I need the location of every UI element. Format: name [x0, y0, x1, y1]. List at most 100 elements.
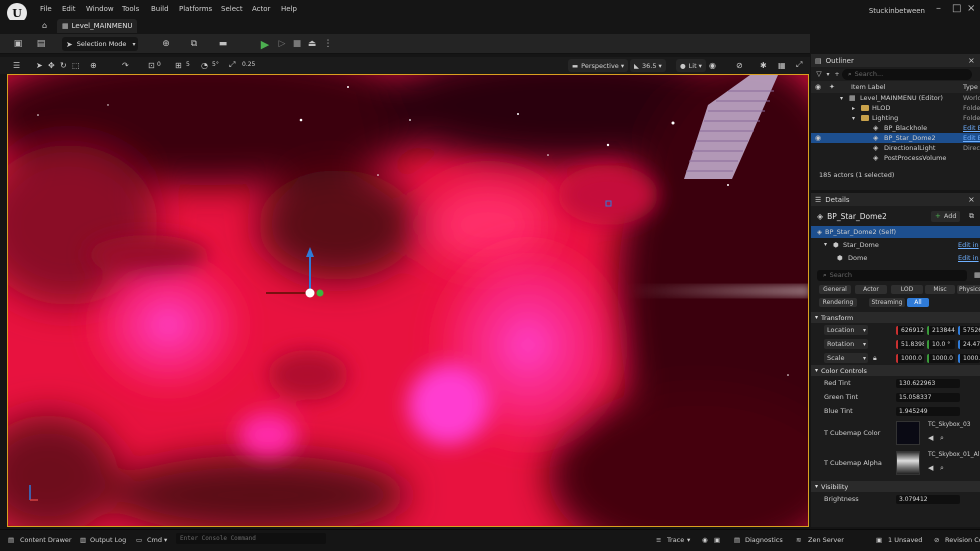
filter-tab-rendering[interactable]: Rendering	[819, 298, 857, 307]
component-row[interactable]: ▾ ⬢ Star_Dome Edit in	[811, 238, 980, 251]
menu-build[interactable]: Build	[151, 5, 169, 13]
translate-snap-value[interactable]: 0	[157, 61, 161, 68]
outliner-row-type[interactable]: Edit B	[963, 134, 980, 142]
visibility-icon[interactable]: ◉	[815, 134, 821, 142]
perspective-dropdown[interactable]: ▬ Perspective ▾	[568, 59, 629, 72]
filter-tab-all[interactable]: All	[907, 298, 929, 307]
close-icon[interactable]: ×	[968, 56, 975, 65]
scale-tool-icon[interactable]: ⬚	[72, 59, 80, 71]
chevron-down-icon[interactable]: ▾	[852, 115, 855, 122]
location-z-input[interactable]: 575260	[958, 325, 980, 335]
find-in-browser-icon[interactable]: ⌕	[940, 434, 944, 443]
filter-icon[interactable]: ▽	[814, 70, 824, 78]
cubemap-color-thumbnail[interactable]	[896, 421, 920, 445]
rotate-tool-icon[interactable]: ↻	[60, 59, 67, 71]
browse-icon[interactable]: ◀	[928, 464, 933, 472]
maximize-icon[interactable]: □	[952, 3, 961, 14]
outliner-row-type[interactable]: Edit B	[963, 124, 980, 132]
add-component-button[interactable]: + Add	[931, 210, 961, 222]
select-tool-icon[interactable]: ➤	[36, 59, 43, 71]
filter-tab-actor[interactable]: Actor	[855, 285, 887, 294]
rotation-x-input[interactable]: 51.83985	[896, 339, 924, 349]
location-dropdown[interactable]: Location ▾	[824, 325, 868, 335]
cmd-dropdown[interactable]: Cmd	[147, 536, 162, 544]
add-icon[interactable]: +	[832, 71, 842, 78]
brightness-input[interactable]: 3.079412	[896, 494, 960, 504]
rotation-dropdown[interactable]: Rotation ▾	[824, 339, 868, 349]
content-drawer-button[interactable]: Content Drawer	[20, 536, 72, 544]
property-matrix-icon[interactable]: ▦	[974, 271, 980, 279]
filter-tab-general[interactable]: General	[819, 285, 851, 294]
viewport-layout-icon[interactable]: ▦	[778, 59, 786, 71]
close-icon[interactable]: ×	[968, 195, 975, 204]
visibility-icon[interactable]: ◉	[815, 83, 821, 91]
cubemap-alpha-thumbnail[interactable]	[896, 451, 920, 475]
component-self-row[interactable]: ◈ BP_Star_Dome2 (Self)	[811, 226, 980, 238]
component-row[interactable]: ⬢ Dome Edit in	[811, 251, 980, 264]
cinematics-icon[interactable]: ▬	[217, 38, 229, 50]
menu-actor[interactable]: Actor	[252, 5, 270, 13]
eject-icon[interactable]: ⏏	[306, 38, 318, 50]
viewport-menu-icon[interactable]: ☰	[13, 59, 20, 71]
menu-tools[interactable]: Tools	[122, 5, 139, 13]
level-viewport[interactable]	[7, 74, 809, 527]
outliner-row[interactable]: ◉ ◈ BP_Star_Dome2 Edit B	[811, 133, 980, 143]
selection-mode-dropdown[interactable]: ➤ Selection Mode ▾	[62, 37, 138, 51]
col-type[interactable]: Type	[963, 83, 978, 91]
filter-tab-streaming[interactable]: Streaming	[869, 298, 905, 307]
play-icon[interactable]: ▶	[259, 38, 271, 51]
filter-tab-lod[interactable]: LOD	[891, 285, 923, 294]
rotation-z-input[interactable]: 24.479	[958, 339, 980, 349]
section-transform[interactable]: ▾ Transform	[811, 312, 980, 323]
filter-tab-physics[interactable]: Physics	[957, 285, 980, 294]
close-icon[interactable]: ×	[967, 3, 975, 14]
save-icon[interactable]: ▣	[12, 38, 24, 50]
maximize-viewport-icon[interactable]: ⤢	[796, 59, 802, 71]
minimize-icon[interactable]: –	[936, 3, 941, 14]
step-icon[interactable]: ▷	[276, 38, 288, 50]
grid-snap-value[interactable]: 5	[186, 61, 190, 68]
find-in-browser-icon[interactable]: ⌕	[940, 464, 944, 473]
console-input[interactable]: Enter Console Command	[176, 533, 326, 544]
revision-control-button[interactable]: Revision Co	[945, 536, 980, 544]
rotation-y-input[interactable]: 10.0 °	[927, 339, 955, 349]
blueprint-icon[interactable]: ⧉	[969, 212, 974, 221]
pin-icon[interactable]: ✦	[829, 83, 835, 91]
outliner-row[interactable]: ◈ DirectionalLight Direct	[811, 143, 980, 153]
location-y-input[interactable]: 2138448	[927, 325, 955, 335]
chevron-right-icon[interactable]: ▸	[852, 105, 855, 112]
edit-in-blueprint-link[interactable]: Edit in	[958, 241, 979, 249]
fov-dropdown[interactable]: ◣ 36.5 ▾	[630, 59, 666, 72]
unsaved-button[interactable]: 1 Unsaved	[888, 536, 922, 544]
tab-level[interactable]: ▦ Level_MAINMENU	[57, 19, 137, 33]
green-tint-input[interactable]: 15.058337	[896, 392, 960, 402]
translate-snap-icon[interactable]: ⊡	[148, 59, 155, 71]
translate-tool-icon[interactable]: ✥	[48, 59, 55, 71]
menu-edit[interactable]: Edit	[62, 5, 76, 13]
section-visibility[interactable]: ▾ Visibility	[811, 481, 980, 492]
output-log-button[interactable]: Output Log	[90, 536, 126, 544]
scale-y-input[interactable]: 1000.0	[927, 353, 955, 363]
actor-name[interactable]: BP_Star_Dome2	[827, 212, 887, 221]
world-space-icon[interactable]: ⊕	[90, 59, 97, 71]
rotation-snap-icon[interactable]: ◔	[201, 59, 208, 71]
outliner-search-input[interactable]: ⌕ Search...	[842, 68, 972, 80]
menu-window[interactable]: Window	[86, 5, 114, 13]
chevron-down-icon[interactable]: ▾	[840, 95, 843, 102]
add-actor-icon[interactable]: ⊕	[160, 38, 172, 50]
grid-snap-icon[interactable]: ⊞	[175, 59, 182, 71]
show-flags-icon[interactable]: ◉	[709, 59, 716, 71]
outliner-row[interactable]: ▾ ▦ Level_MAINMENU (Editor) World	[811, 93, 980, 103]
zen-server-button[interactable]: Zen Server	[808, 536, 844, 544]
filter-tab-misc[interactable]: Misc	[925, 285, 955, 294]
viewport-settings-icon[interactable]: ✱	[760, 59, 767, 71]
screenshot-icon[interactable]: ▣	[714, 536, 720, 544]
details-search-input[interactable]: ⌕ Search	[817, 269, 967, 281]
scalability-icon[interactable]: ⊘	[736, 59, 743, 71]
scale-z-input[interactable]: 1000.0	[958, 353, 980, 363]
col-item-label[interactable]: Item Label	[851, 83, 885, 91]
home-icon[interactable]: ⌂	[42, 21, 47, 30]
cubemap-color-asset[interactable]: TC_Skybox_03	[928, 421, 971, 428]
location-x-input[interactable]: 6269120	[896, 325, 924, 335]
menu-help[interactable]: Help	[281, 5, 297, 13]
